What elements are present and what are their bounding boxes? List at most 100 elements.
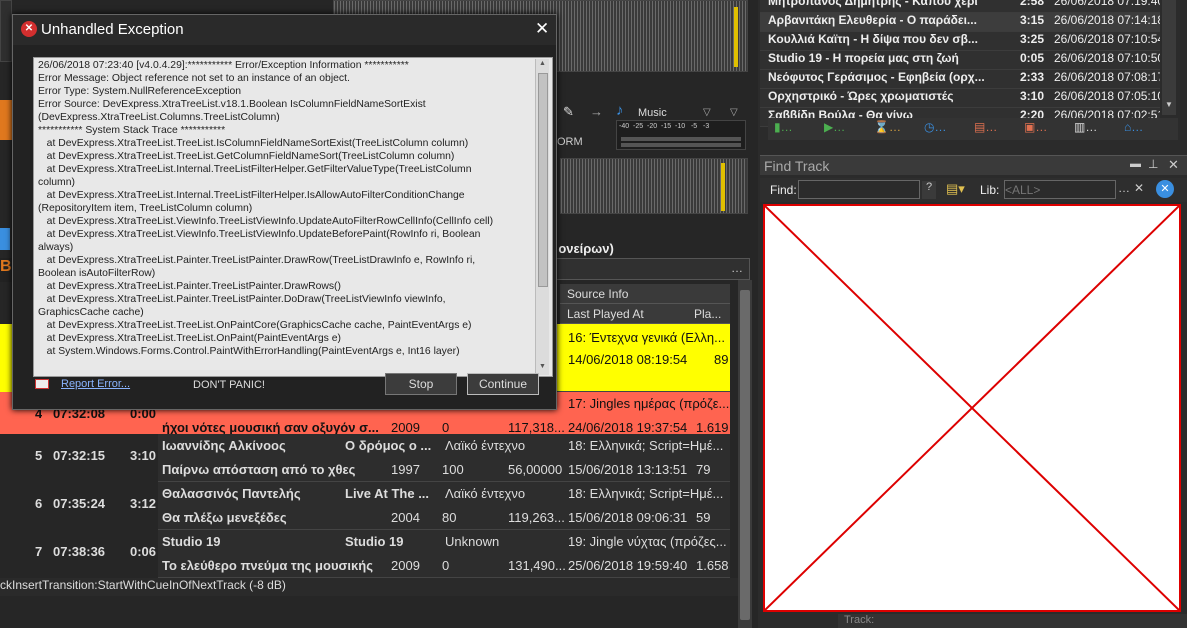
- error-line: 26/06/2018 07:23:40 [v4.0.4.29]:********…: [38, 60, 409, 71]
- clock-icon[interactable]: ◷…: [924, 120, 952, 138]
- cell-time: 07:32:15: [53, 448, 106, 463]
- clear-icon[interactable]: ✕: [1134, 181, 1144, 195]
- cell-title: ήχοι νότες μουσική σαν οξυγόν σ...: [162, 420, 379, 435]
- history-date: 26/06/2018 07:10:50: [1054, 51, 1160, 65]
- error-line: at System.Windows.Forms.Control.PaintWit…: [38, 346, 460, 357]
- cell-num: 6: [35, 496, 43, 511]
- results-placeholder: [763, 204, 1181, 612]
- lib-label: Lib:: [980, 183, 1000, 197]
- play-icon[interactable]: ▶…: [824, 120, 852, 138]
- more-icon[interactable]: …: [1118, 181, 1130, 195]
- cell-artist: Θαλασσινός Παντελής: [162, 486, 301, 501]
- history-row[interactable]: Ορχηστρικό - Ώρες χρωματιστές 3:10 26/06/2…: [760, 89, 1160, 108]
- history-row[interactable]: Studio 19 - Η πορεία μας στη ζωή 0:05 26/0…: [760, 51, 1160, 70]
- close-search-icon[interactable]: ✕: [1156, 180, 1174, 198]
- close-icon[interactable]: ✕: [535, 19, 549, 39]
- email-icon: [35, 379, 49, 389]
- music-note-icon: ♪: [616, 102, 624, 119]
- scroll-down-icon[interactable]: ▼: [1165, 100, 1173, 109]
- status-line: ckInsertTransition:StartWithCueInOfNextT…: [0, 578, 740, 596]
- report-error-link[interactable]: Report Error...: [61, 378, 130, 390]
- history-duration: 2:58: [1020, 0, 1045, 8]
- source-info-header: Source Info: [567, 287, 629, 301]
- history-row[interactable]: Μητροπάνος Δημήτρης - Κάπου χερι 2:58 26/0…: [760, 0, 1160, 13]
- deck-button[interactable]: [0, 228, 10, 250]
- table-row[interactable]: 7 07:38:36 0:06 Studio 19 Studio 19 Unknown Το…: [0, 530, 730, 578]
- cell-plays: 1.658: [696, 558, 729, 573]
- history-row[interactable]: Κουλλιά Καϊτη - Η δίψα που δεν σβ... 3:25…: [760, 32, 1160, 51]
- track-footer: Track:: [838, 614, 1187, 628]
- playlist-scrollbar[interactable]: [738, 280, 752, 628]
- remove-icon[interactable]: ▣…: [1024, 120, 1052, 138]
- error-details-scrollbar[interactable]: ▲ ▼: [535, 59, 549, 375]
- level-meter: -40 -25 -20 -15 -10 -5 -3: [616, 120, 746, 150]
- playlist-filter-row[interactable]: …: [540, 258, 750, 280]
- cell-title_top: Live At The ...: [345, 486, 430, 501]
- history-scrollbar[interactable]: ▼: [1162, 0, 1176, 115]
- minimize-icon[interactable]: ▬: [1130, 158, 1141, 170]
- find-input[interactable]: [798, 180, 920, 199]
- history-date: 26/06/2018 07:10:54: [1054, 32, 1160, 46]
- scroll-up-icon[interactable]: ▲: [539, 60, 546, 67]
- close-icon[interactable]: ✕: [1168, 157, 1179, 173]
- lib-input[interactable]: [1004, 180, 1116, 199]
- error-line: (DevExpress.XtraTreeList.Columns.TreeLis…: [38, 112, 280, 123]
- error-line: at DevExpress.XtraTreeList.Internal.Tree…: [38, 164, 472, 175]
- plays-header[interactable]: Pla...: [694, 307, 721, 321]
- copy-icon[interactable]: ▤…: [974, 120, 1002, 138]
- cell-bpm: 80: [442, 510, 457, 525]
- history-row[interactable]: Νεόφυτος Γεράσιμος - Εφηβεία (ορχ... 2:33…: [760, 70, 1160, 89]
- export-icon[interactable]: ▥…: [1074, 120, 1102, 138]
- table-row[interactable]: 5 07:32:15 3:10 Ιωαννίδης Αλκίνοος Ο δρόμος …: [0, 434, 730, 482]
- table-row[interactable]: 6 07:35:24 3:12 Θαλασσινός Παντελής Live At …: [0, 482, 730, 530]
- continue-button[interactable]: Continue: [467, 373, 539, 395]
- chevron-down-icon[interactable]: ▽: [730, 107, 738, 118]
- cell-size: 56,00000: [508, 462, 563, 477]
- chevron-down-icon[interactable]: ▽: [703, 107, 711, 118]
- edit-icon[interactable]: ✎: [563, 104, 583, 122]
- home-icon[interactable]: ⌂…: [1124, 120, 1152, 138]
- history-duration: 0:05: [1020, 51, 1045, 65]
- column-group-header: Source Info: [560, 284, 730, 304]
- find-bar: Find: ? ▤▾ Lib: … ✕ ✕: [760, 178, 1187, 202]
- last-played-header[interactable]: Last Played At: [567, 307, 644, 321]
- error-line: Error Message: Object reference not set …: [38, 73, 350, 84]
- history-row[interactable]: Αρβανιτάκη Ελευθερία - Ο παράδει... 3:15 2…: [760, 13, 1160, 32]
- cell-artist: Ιωαννίδης Αλκίνοος: [162, 438, 286, 453]
- error-line: at DevExpress.XtraTreeList.Internal.Tree…: [38, 190, 465, 201]
- help-icon[interactable]: ?: [922, 181, 936, 199]
- cell-title_top: Ο δρόμος ο ...: [345, 438, 432, 453]
- cell-last: 15/06/2018 09:06:31: [568, 510, 688, 525]
- error-line: column): [38, 177, 75, 188]
- cell-size: 117,318...: [508, 420, 565, 435]
- station-logo: [0, 100, 12, 140]
- cell-size: 119,263...: [508, 510, 565, 525]
- error-line: Error Type: System.NullReferenceExceptio…: [38, 86, 242, 97]
- cell-title: Θα πλέξω μενεξέδες: [162, 510, 287, 525]
- history-toolbar: ▮… ▶… ⌛… ◷… ▤… ▣… ▥… ⌂…: [768, 118, 1178, 140]
- error-line: Error Source: DevExpress.XtraTreeList.v1…: [38, 99, 426, 110]
- cell-time: 07:38:36: [53, 544, 106, 559]
- find-label: Find:: [770, 183, 797, 197]
- scroll-down-icon[interactable]: ▼: [539, 363, 546, 370]
- error-line: at DevExpress.XtraTreeList.ViewInfo.Tree…: [38, 229, 481, 240]
- stop-button[interactable]: Stop: [385, 373, 457, 395]
- cell-last: 15/06/2018 13:13:51: [568, 462, 688, 477]
- waveform-bottom: [560, 158, 748, 214]
- history-button-1[interactable]: ▮…: [774, 120, 802, 138]
- error-line: (RepositoryItem item, TreeListColumn col…: [38, 203, 253, 214]
- dialog-titlebar: ✕ Unhandled Exception ✕: [13, 15, 556, 45]
- history-date: 26/06/2018 07:05:10: [1054, 89, 1160, 103]
- cell-source: 18: Ελληνικά; Script=Ημέ...: [568, 438, 724, 453]
- more-icon[interactable]: …: [731, 261, 743, 275]
- cell-title: Το ελεύθερο πνεύμα της μουσικής: [162, 558, 373, 573]
- history-duration: 2:33: [1020, 70, 1045, 84]
- cell-dur: 3:10: [130, 448, 157, 463]
- filter-folder-icon[interactable]: ▤▾: [946, 181, 965, 197]
- hourglass-icon[interactable]: ⌛…: [874, 120, 902, 138]
- pin-icon[interactable]: ⊥: [1148, 157, 1158, 171]
- cell-num: 5: [35, 448, 43, 463]
- error-line: Boolean isAutoFilterRow): [38, 268, 156, 279]
- cell-plays: 89: [714, 352, 729, 367]
- error-details[interactable]: 26/06/2018 07:23:40 [v4.0.4.29]:********…: [33, 57, 553, 377]
